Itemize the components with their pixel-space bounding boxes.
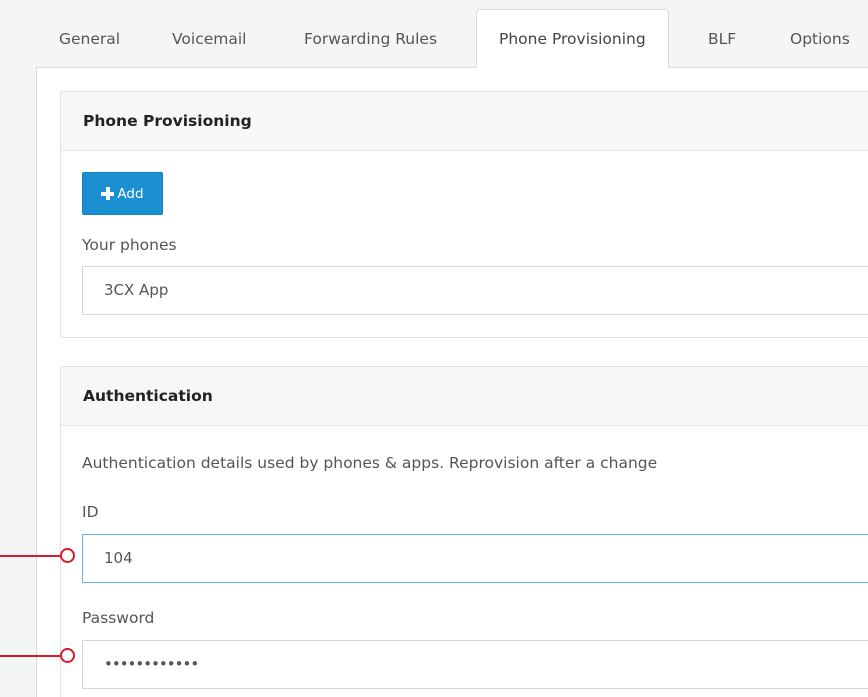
tab-forwarding-rules[interactable]: Forwarding Rules (304, 10, 437, 68)
phone-list-item[interactable]: 3CX App (82, 266, 868, 315)
id-callout-line (0, 555, 62, 557)
authentication-description: Authentication details used by phones & … (82, 454, 658, 472)
id-input[interactable]: 104 (82, 534, 868, 583)
panel-title: Authentication (61, 367, 868, 426)
tab-options[interactable]: Options (790, 10, 850, 68)
authentication-panel: Authentication Authentication details us… (60, 366, 868, 697)
plus-icon (101, 187, 115, 200)
tab-voicemail[interactable]: Voicemail (172, 10, 246, 68)
password-input[interactable]: •••••••••••• (82, 640, 868, 689)
your-phones-label: Your phones (82, 236, 177, 254)
id-callout-marker (60, 548, 75, 563)
tab-general[interactable]: General (59, 10, 120, 68)
password-label: Password (82, 609, 155, 627)
tab-content: Phone Provisioning Add Your phones 3CX A… (36, 68, 868, 697)
id-label: ID (82, 503, 99, 521)
tab-bar: General Voicemail Forwarding Rules Phone… (36, 0, 868, 68)
extension-settings: General Voicemail Forwarding Rules Phone… (36, 0, 868, 697)
panel-title: Phone Provisioning (61, 92, 868, 151)
phone-provisioning-panel: Phone Provisioning Add Your phones 3CX A… (60, 91, 868, 338)
tab-blf[interactable]: BLF (708, 10, 736, 68)
password-callout-marker (60, 648, 75, 663)
password-callout-line (0, 655, 62, 657)
add-button-label: Add (117, 185, 144, 202)
add-phone-button[interactable]: Add (82, 172, 163, 215)
tab-phone-provisioning[interactable]: Phone Provisioning (476, 9, 669, 68)
